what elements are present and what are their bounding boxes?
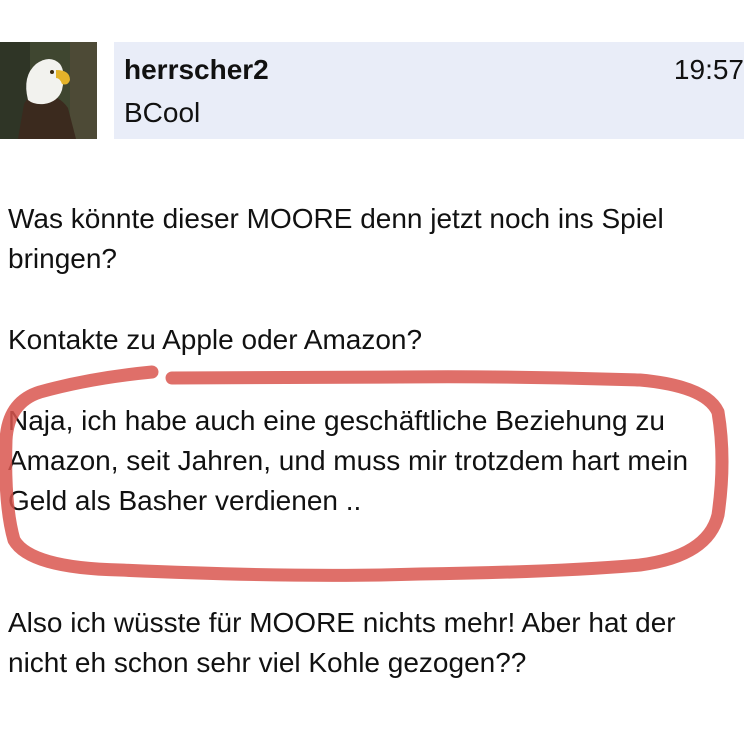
eagle-avatar-icon [0,42,97,139]
user-rank: BCool [124,97,201,128]
user-avatar[interactable] [0,42,97,139]
post-paragraph-4: Also ich wüsste für MOORE nichts mehr! A… [8,607,676,678]
post-header: herrscher2 BCool 19:57 [114,42,744,139]
post-paragraph-3: Naja, ich habe auch eine geschäftliche B… [8,405,689,516]
post-time: 19:57 [673,54,744,85]
post-paragraph-2: Kontakte zu Apple oder Amazon? [8,324,423,355]
post-paragraph-1: Was könnte dieser MOORE denn jetzt noch … [8,203,664,274]
username-link[interactable]: herrscher2 [124,54,269,86]
